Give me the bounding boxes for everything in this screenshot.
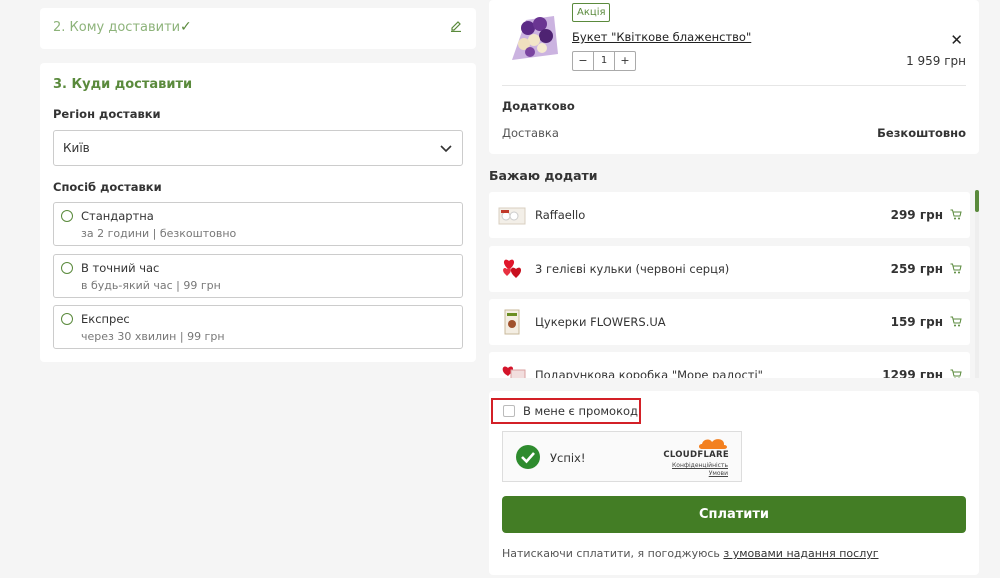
upsell-price: 159 грн bbox=[890, 315, 943, 329]
step-recipient[interactable]: 2. Кому доставити ✓ bbox=[40, 8, 476, 49]
step2-title: 2. Кому доставити bbox=[53, 20, 181, 35]
delivery-cost-label: Доставка bbox=[502, 126, 559, 140]
captcha-status: Успіх! bbox=[550, 451, 586, 465]
upsell-price: 1299 грн bbox=[882, 368, 943, 378]
region-select[interactable]: Київ bbox=[53, 130, 463, 166]
bouquet-image[interactable] bbox=[504, 10, 564, 66]
promo-checkbox[interactable] bbox=[503, 405, 515, 417]
promo-code-toggle[interactable]: В мене є промокод bbox=[491, 398, 641, 424]
promo-label: В мене є промокод bbox=[523, 404, 639, 418]
radio-button[interactable] bbox=[61, 313, 73, 325]
option-sub: в будь-який час | 99 грн bbox=[81, 279, 221, 292]
option-sub: через 30 хвилин | 99 грн bbox=[81, 330, 225, 343]
step3-title: 3. Куди доставити bbox=[53, 77, 193, 92]
raffaello-icon bbox=[497, 200, 527, 230]
chevron-down-icon bbox=[440, 142, 452, 157]
upsell-name: Подарункова коробка "Море радості" bbox=[535, 368, 763, 378]
upsell-price: 299 грн bbox=[890, 208, 943, 222]
region-value: Київ bbox=[63, 141, 90, 155]
captcha-brand: CLOUDFLARE bbox=[663, 450, 729, 460]
list-item[interactable]: Подарункова коробка "Море радості" 1299 … bbox=[489, 352, 970, 378]
edit-icon[interactable] bbox=[450, 20, 462, 35]
candy-box-icon bbox=[497, 307, 527, 337]
option-sub: за 2 години | безкоштовно bbox=[81, 227, 237, 240]
scrollbar-thumb[interactable] bbox=[975, 190, 979, 212]
option-name: Експрес bbox=[81, 312, 130, 326]
captcha-widget[interactable]: Успіх! CLOUDFLARE Конфіденційність Умови bbox=[502, 431, 742, 482]
product-name-link[interactable]: Букет "Квіткове блаженство" bbox=[572, 30, 751, 44]
region-label: Регіон доставки bbox=[53, 107, 161, 121]
terms-text: Натискаючи сплатити, я погоджуюсь з умов… bbox=[502, 547, 879, 560]
list-item[interactable]: 3 гелієві кульки (червоні серця) 259 грн bbox=[489, 246, 970, 292]
delivery-option-standard[interactable]: Стандартна за 2 години | безкоштовно bbox=[53, 202, 463, 246]
product-price: 1 959 грн bbox=[906, 54, 966, 68]
plus-button[interactable]: + bbox=[615, 52, 635, 70]
radio-button[interactable] bbox=[61, 210, 73, 222]
terms-link[interactable]: з умовами надання послуг bbox=[723, 547, 878, 560]
upsell-scrollbar[interactable] bbox=[975, 190, 979, 378]
cart-summary: Акція Букет "Квіткове блаженство" ✕ − 1 … bbox=[489, 0, 979, 154]
delivery-option-exact-time[interactable]: В точний час в будь-який час | 99 грн bbox=[53, 254, 463, 298]
cart-icon[interactable] bbox=[950, 263, 962, 277]
upsell-name: Raffaello bbox=[535, 208, 586, 222]
upsell-price: 259 грн bbox=[890, 262, 943, 276]
quantity-stepper[interactable]: − 1 + bbox=[572, 51, 636, 71]
terms-prefix: Натискаючи сплатити, я погоджуюсь bbox=[502, 547, 724, 560]
check-icon: ✓ bbox=[180, 19, 192, 35]
success-check-icon bbox=[516, 445, 540, 472]
payment-section: В мене є промокод Успіх! CLOUDFLARE Конф… bbox=[489, 391, 979, 575]
close-icon[interactable]: ✕ bbox=[950, 31, 963, 49]
upsell-name: 3 гелієві кульки (червоні серця) bbox=[535, 262, 730, 276]
list-item[interactable]: Цукерки FLOWERS.UA 159 грн bbox=[489, 299, 970, 345]
heart-balloons-icon bbox=[497, 254, 527, 284]
radio-button[interactable] bbox=[61, 262, 73, 274]
option-name: В точний час bbox=[81, 261, 160, 275]
upsell-name: Цукерки FLOWERS.UA bbox=[535, 315, 666, 329]
upsell-heading: Бажаю додати bbox=[489, 168, 598, 183]
delivery-method-label: Спосіб доставки bbox=[53, 180, 162, 194]
list-item[interactable]: Raffaello 299 грн bbox=[489, 192, 970, 238]
gift-box-icon bbox=[497, 360, 527, 378]
cart-icon[interactable] bbox=[950, 316, 962, 330]
minus-button[interactable]: − bbox=[573, 52, 593, 70]
captcha-privacy-link[interactable]: Конфіденційність bbox=[672, 462, 728, 469]
step-delivery: 3. Куди доставити Регіон доставки Київ С… bbox=[40, 63, 476, 362]
quantity-value[interactable]: 1 bbox=[593, 52, 615, 70]
cart-icon[interactable] bbox=[950, 369, 962, 378]
option-name: Стандартна bbox=[81, 209, 154, 223]
cart-icon[interactable] bbox=[950, 209, 962, 223]
extra-heading: Додатково bbox=[502, 99, 575, 113]
divider bbox=[502, 85, 966, 86]
captcha-terms-link[interactable]: Умови bbox=[709, 470, 728, 477]
delivery-cost-value: Безкоштовно bbox=[877, 126, 966, 140]
delivery-option-express[interactable]: Експрес через 30 хвилин | 99 грн bbox=[53, 305, 463, 349]
promo-badge: Акція bbox=[572, 3, 611, 22]
pay-button[interactable]: Сплатити bbox=[502, 496, 966, 533]
upsell-list[interactable]: Raffaello 299 грн 3 гелієві кульки (черв… bbox=[489, 190, 972, 378]
